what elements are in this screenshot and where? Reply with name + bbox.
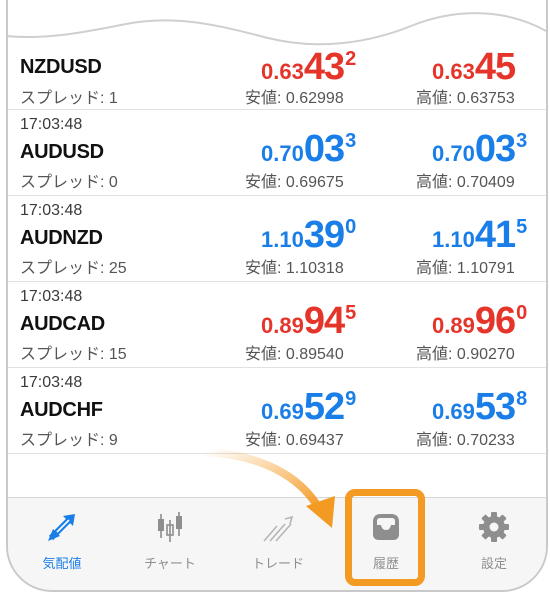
gear-icon xyxy=(479,512,509,542)
bid-price: 0.69529 xyxy=(261,386,357,428)
bid-price: 0.70033 xyxy=(261,128,357,170)
high-price: 高値: 0.63753 xyxy=(416,90,515,107)
history-tab-highlight xyxy=(345,489,425,586)
symbol-name: AUDCAD xyxy=(20,313,105,335)
tab-chart[interactable]: チャート xyxy=(116,498,224,590)
ask-price: 1.10415 xyxy=(432,214,528,256)
quote-time: 17:03:48 xyxy=(20,202,83,219)
tab-settings[interactable]: 設定 xyxy=(440,498,546,590)
phone-frame: NZDUSD 0.63432 0.6345 スプレッド: 1 安値: 0.629… xyxy=(6,0,548,592)
candlestick-chart-icon xyxy=(158,512,182,542)
low-price: 安値: 0.69437 xyxy=(245,432,344,449)
ask-price: 0.89960 xyxy=(432,300,528,342)
tab-label: チャート xyxy=(144,556,196,571)
high-price: 高値: 0.70409 xyxy=(416,174,515,191)
quote-list[interactable]: NZDUSD 0.63432 0.6345 スプレッド: 1 安値: 0.629… xyxy=(8,0,546,454)
symbol-name: NZDUSD xyxy=(20,56,102,78)
ask-price: 0.69538 xyxy=(432,386,528,428)
spread-text: スプレッド: 9 xyxy=(20,432,118,449)
ask-price: 0.70033 xyxy=(432,128,528,170)
trade-line-icon xyxy=(263,515,294,542)
low-price: 安値: 0.89540 xyxy=(245,346,344,363)
quote-row[interactable]: 17:03:48 AUDUSD 0.70033 0.70033 スプレッド: 0… xyxy=(8,110,546,196)
symbol-name: AUDNZD xyxy=(20,227,103,249)
high-price: 高値: 0.70233 xyxy=(416,432,515,449)
quote-row[interactable]: 17:03:48 AUDNZD 1.10390 1.10415 スプレッド: 2… xyxy=(8,196,546,282)
low-price: 安値: 0.69675 xyxy=(245,174,344,191)
quote-time: 17:03:48 xyxy=(20,116,83,133)
bid-price: 0.89945 xyxy=(261,300,357,342)
quote-time: 17:03:48 xyxy=(20,374,83,391)
quote-row[interactable]: 17:03:48 AUDCHF 0.69529 0.69538 スプレッド: 9… xyxy=(8,368,546,454)
spread-text: スプレッド: 0 xyxy=(20,174,118,191)
spread-text: スプレッド: 25 xyxy=(20,260,127,277)
spread-text: スプレッド: 1 xyxy=(20,90,118,107)
quote-row[interactable]: NZDUSD 0.63432 0.6345 スプレッド: 1 安値: 0.629… xyxy=(8,0,546,110)
high-price: 高値: 1.10791 xyxy=(416,260,515,277)
low-price: 安値: 1.10318 xyxy=(245,260,344,277)
quote-time: 17:03:48 xyxy=(20,288,83,305)
symbol-name: AUDUSD xyxy=(20,141,104,163)
low-price: 安値: 0.62998 xyxy=(245,90,344,107)
spread-text: スプレッド: 15 xyxy=(20,346,127,363)
tab-quotes[interactable]: 気配値 xyxy=(8,498,116,590)
ask-price: 0.6345 xyxy=(432,46,516,88)
tab-label: 気配値 xyxy=(42,556,82,571)
bid-price: 1.10390 xyxy=(261,214,357,256)
bottom-tab-bar: 気配値 チャート トレード 履歴 設定 xyxy=(8,497,546,590)
tab-trade[interactable]: トレード xyxy=(224,498,332,590)
bid-price: 0.63432 xyxy=(261,46,357,88)
symbol-name: AUDCHF xyxy=(20,399,103,421)
tab-label: トレード xyxy=(251,556,304,571)
quotes-arrows-icon xyxy=(48,514,75,541)
high-price: 高値: 0.90270 xyxy=(416,346,515,363)
quote-row[interactable]: 17:03:48 AUDCAD 0.89945 0.89960 スプレッド: 1… xyxy=(8,282,546,368)
tab-label: 設定 xyxy=(480,556,507,571)
